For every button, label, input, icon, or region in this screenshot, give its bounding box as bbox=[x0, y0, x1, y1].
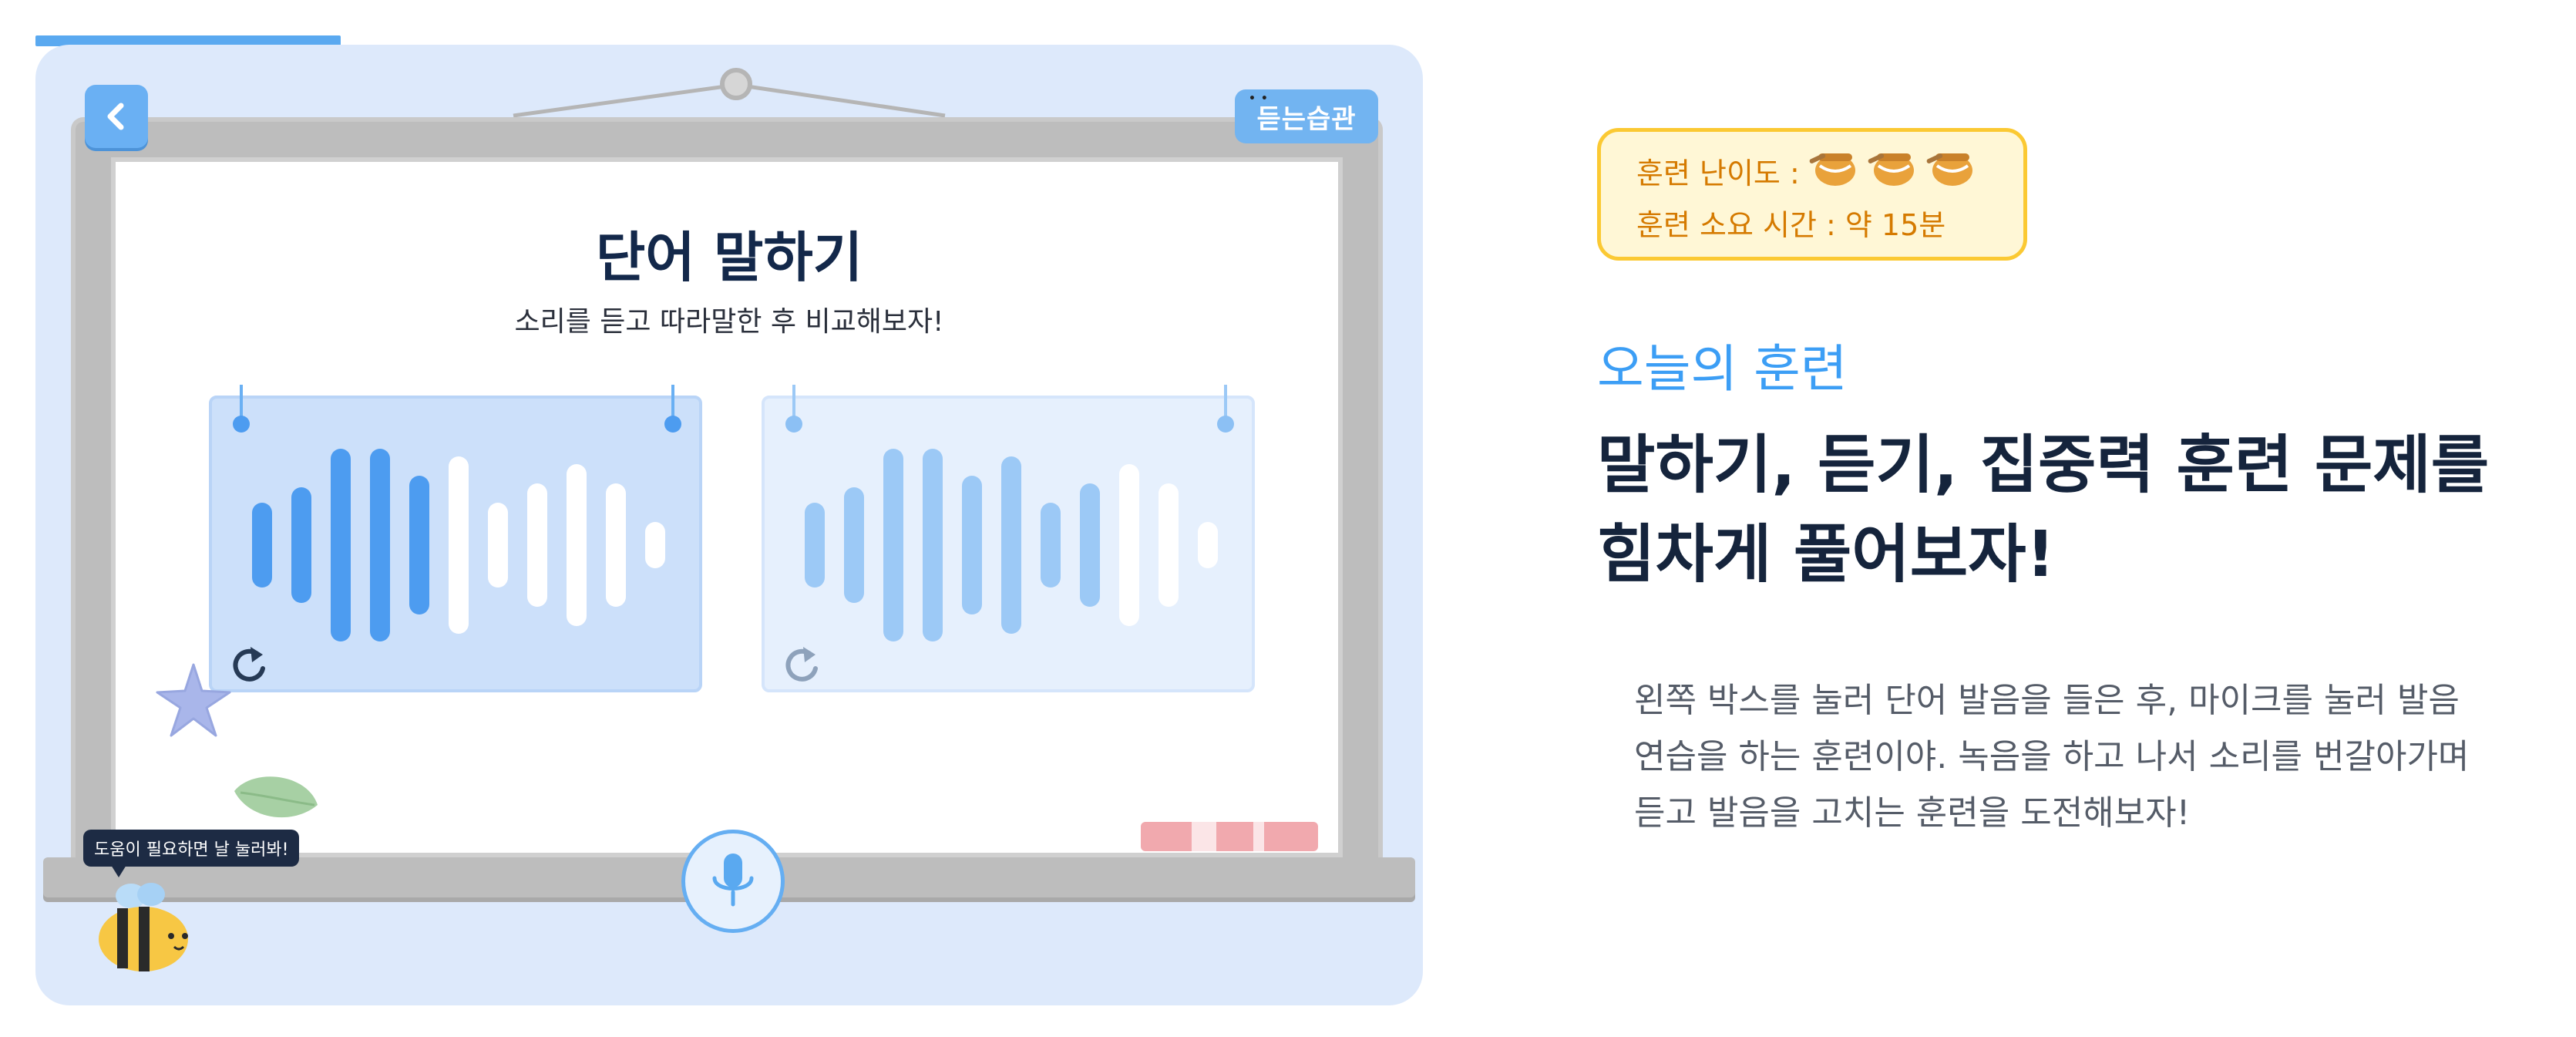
sound-wave-bar bbox=[844, 487, 864, 603]
game-panel: • • 듣는습관 단어 말하기 소리를 듣고 따라말한 후 비교해보자! 도움이… bbox=[35, 45, 1423, 1005]
star-sticker bbox=[156, 663, 231, 737]
logo-eyes: • • bbox=[1249, 93, 1269, 105]
game-subtitle: 소리를 듣고 따라말한 후 비교해보자! bbox=[514, 306, 944, 338]
difficulty-label: 훈련 난이도 : bbox=[1636, 157, 1800, 190]
honey-pot-icon bbox=[1809, 153, 1855, 186]
app-logo: • • 듣는습관 bbox=[1235, 89, 1378, 143]
duration-label: 훈련 소요 시간 : 약 15분 bbox=[1636, 208, 1946, 242]
sound-wave bbox=[252, 445, 668, 645]
description-line: 왼쪽 박스를 눌러 단어 발음을 들은 후, 마이크를 눌러 발음 bbox=[1634, 681, 2460, 720]
sound-wave-bar bbox=[645, 522, 665, 568]
card-pin-dot bbox=[785, 416, 802, 433]
description-line: 연습을 하는 훈련이야. 녹음을 하고 나서 소리를 번갈아가며 bbox=[1634, 737, 2470, 776]
eraser-sticker bbox=[1141, 822, 1318, 851]
sound-wave-bar bbox=[923, 449, 943, 641]
sound-wave-bar bbox=[1198, 522, 1218, 568]
honey-pot-icon bbox=[1868, 153, 1914, 186]
sound-wave-bar bbox=[252, 503, 272, 588]
sound-wave-bar bbox=[291, 487, 311, 603]
description: 왼쪽 박스를 눌러 단어 발음을 들은 후, 마이크를 눌러 발음 연습을 하는… bbox=[1634, 672, 2469, 841]
mic-button[interactable] bbox=[681, 830, 785, 933]
headline-line: 힘차게 풀어보자! bbox=[1597, 518, 2056, 591]
nail bbox=[720, 68, 752, 100]
section-label: 오늘의 훈련 bbox=[1597, 339, 1848, 399]
sound-wave bbox=[805, 445, 1221, 645]
card-pin-dot bbox=[1217, 416, 1234, 433]
sound-wave-bar bbox=[331, 449, 351, 641]
sound-wave-bar bbox=[606, 483, 626, 607]
card-pin-dot bbox=[664, 416, 681, 433]
sound-wave-bar bbox=[962, 476, 982, 614]
sound-wave-bar bbox=[409, 476, 429, 614]
sound-wave-bar bbox=[805, 503, 825, 588]
sound-wave-bar bbox=[527, 483, 547, 607]
help-bubble: 도움이 필요하면 날 눌러봐! bbox=[83, 830, 300, 877]
bee-icon[interactable] bbox=[94, 882, 202, 975]
sound-wave-bar bbox=[1119, 464, 1139, 626]
sound-wave-bar bbox=[488, 503, 508, 588]
sound-wave-bar bbox=[449, 456, 469, 634]
sound-wave-bar bbox=[883, 449, 903, 641]
training-info-box: 훈련 난이도 : 훈련 소요 시간 : 약 15분 bbox=[1597, 128, 2027, 261]
leaf-sticker bbox=[234, 776, 318, 818]
headline-line: 말하기, 듣기, 집중력 훈련 문제를 bbox=[1597, 429, 2490, 502]
recorded-sound-card[interactable] bbox=[762, 385, 1255, 692]
sound-wave-bar bbox=[1080, 483, 1100, 607]
card-pin-dot bbox=[233, 416, 250, 433]
back-button[interactable] bbox=[85, 85, 148, 148]
difficulty-rating bbox=[1800, 147, 1976, 194]
replay-icon[interactable] bbox=[780, 644, 823, 687]
sound-wave-bar bbox=[567, 464, 587, 626]
sound-wave-bar bbox=[1159, 483, 1179, 607]
headline: 말하기, 듣기, 집중력 훈련 문제를 힘차게 풀어보자! bbox=[1597, 421, 2489, 600]
game-title: 단어 말하기 bbox=[595, 226, 863, 289]
description-line: 듣고 발음을 고치는 훈련을 도전해보자! bbox=[1634, 793, 2191, 833]
sound-wave-bar bbox=[1041, 503, 1061, 588]
listen-sound-card[interactable] bbox=[209, 385, 702, 692]
chevron-left-icon bbox=[107, 103, 124, 130]
logo-text: 듣는습관 bbox=[1256, 103, 1357, 135]
microphone-icon bbox=[712, 854, 754, 907]
sound-wave-bar bbox=[1001, 456, 1021, 634]
honey-pot-icon bbox=[1926, 153, 1972, 186]
sound-wave-bar bbox=[370, 449, 390, 641]
difficulty-row: 훈련 난이도 : bbox=[1636, 147, 1976, 194]
